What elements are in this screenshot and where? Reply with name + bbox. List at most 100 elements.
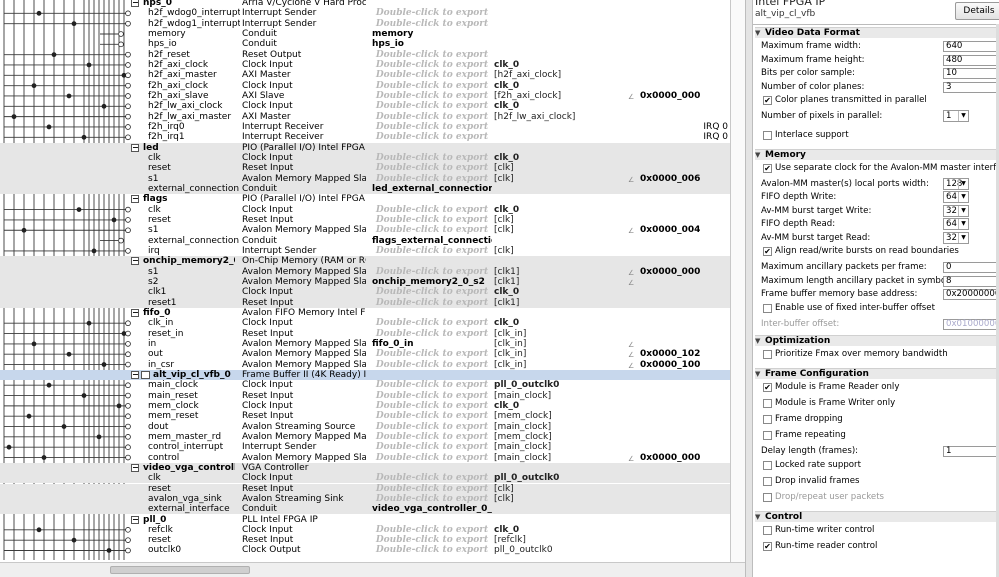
- clock-value[interactable]: [clk]: [494, 246, 624, 256]
- clock-value[interactable]: [h2f_lw_axi_clock]: [494, 112, 624, 122]
- collapse-arrow-icon[interactable]: ▼: [755, 369, 765, 380]
- export-name[interactable]: flags_external_connection: [372, 236, 492, 246]
- export-hint[interactable]: Double-click to export: [372, 246, 492, 256]
- export-hint[interactable]: Double-click to export: [372, 50, 492, 60]
- table-row[interactable]: s1 Avalon Memory Mapped Slave Double-click…: [0, 266, 745, 277]
- parameter-field[interactable]: 3: [943, 81, 999, 93]
- table-row[interactable]: control Avalon Memory Mapped Slave Double-…: [0, 453, 745, 463]
- base-address[interactable]: 0x0000_0060: [640, 174, 700, 184]
- parameter-field[interactable]: 8: [943, 275, 999, 287]
- export-hint[interactable]: Double-click to export: [372, 174, 492, 184]
- table-row[interactable]: control_interrupt Interrupt Sender Double-…: [0, 442, 745, 452]
- export-hint[interactable]: Double-click to export: [372, 205, 492, 215]
- collapse-arrow-icon[interactable]: ▼: [755, 150, 765, 161]
- table-row[interactable]: clk_in Clock Input Double-click to export c…: [0, 318, 745, 328]
- module-row[interactable]: −video_vga_controll... VGA Controller: [0, 462, 745, 474]
- checkbox[interactable]: [763, 399, 772, 408]
- table-row[interactable]: h2f_wdog1_interrupt Interrupt Sender Doubl…: [0, 19, 745, 29]
- checkbox-checked[interactable]: ✔: [763, 96, 772, 105]
- export-hint[interactable]: Double-click to export: [372, 215, 492, 225]
- table-row[interactable]: reset Reset Input Double-click to export [r…: [0, 535, 745, 545]
- horizontal-scroll-thumb[interactable]: [110, 566, 250, 574]
- table-row[interactable]: main_reset Reset Input Double-click to exp…: [0, 391, 745, 401]
- table-row[interactable]: clk Clock Input Double-click to export clk_…: [0, 205, 745, 215]
- parameter-dropdown[interactable]: 128 ▼: [943, 177, 969, 190]
- checkbox-checked[interactable]: ✔: [763, 383, 772, 392]
- table-row[interactable]: hps_io Conduit hps_io: [0, 39, 745, 49]
- checkbox[interactable]: [763, 130, 772, 140]
- table-vertical-scrollbar[interactable]: [730, 0, 745, 562]
- export-hint[interactable]: Double-click to export: [372, 132, 492, 142]
- export-hint[interactable]: Double-click to export: [372, 318, 492, 328]
- clock-value[interactable]: [clk]: [494, 174, 624, 184]
- table-row[interactable]: f2h_axi_slave AXI Slave Double-click to ex…: [0, 91, 745, 101]
- table-row[interactable]: clk Clock Input Double-click to export pll_…: [0, 473, 745, 484]
- clock-value[interactable]: [clk1]: [494, 267, 624, 277]
- export-hint[interactable]: Double-click to export: [372, 535, 492, 545]
- parameter-field[interactable]: 640: [943, 41, 999, 52]
- parameter-field[interactable]: 1: [943, 446, 999, 457]
- clock-value[interactable]: [clk_in]: [494, 349, 624, 359]
- collapse-arrow-icon[interactable]: ▼: [755, 336, 765, 347]
- clock-value[interactable]: clk_0: [494, 287, 624, 297]
- section-header[interactable]: ▼ Control: [755, 510, 999, 522]
- table-row[interactable]: reset_in Reset Input Double-click to expor…: [0, 329, 745, 339]
- export-hint[interactable]: Double-click to export: [372, 545, 492, 555]
- parameter-dropdown[interactable]: 64 ▼: [943, 191, 969, 203]
- clock-value[interactable]: clk_0: [494, 401, 624, 411]
- chevron-down-icon[interactable]: ▼: [958, 219, 968, 229]
- parameter-dropdown[interactable]: 32 ▼: [943, 204, 969, 217]
- section-header[interactable]: ▼ Memory: [755, 148, 999, 161]
- parameter-field[interactable]: 0x20000000: [943, 289, 999, 300]
- table-row[interactable]: external_connection Conduit led_external_c…: [0, 183, 745, 195]
- clock-value[interactable]: [clk_in]: [494, 360, 624, 370]
- table-row[interactable]: avalon_vga_sink Avalon Streaming Sink Doub…: [0, 493, 745, 505]
- collapse-toggle-icon[interactable]: −: [131, 0, 139, 7]
- base-address[interactable]: 0x0000_0040: [640, 225, 700, 235]
- export-hint[interactable]: Double-click to export: [372, 494, 492, 504]
- collapse-toggle-icon[interactable]: −: [131, 463, 139, 472]
- table-row[interactable]: mem_clock Clock Input Double-click to expo…: [0, 401, 745, 411]
- clock-value[interactable]: [mem_clock]: [494, 411, 624, 421]
- table-horizontal-scrollbar[interactable]: [0, 562, 745, 577]
- clock-value[interactable]: [mem_clock]: [494, 432, 624, 442]
- table-row[interactable]: h2f_reset Reset Output Double-click to exp…: [0, 50, 745, 60]
- checkbox-checked[interactable]: ✔: [763, 163, 772, 173]
- clock-value[interactable]: [clk]: [494, 215, 624, 225]
- table-row[interactable]: in_csr Avalon Memory Mapped Slave Double-c…: [0, 360, 745, 370]
- checkbox[interactable]: [763, 303, 772, 313]
- module-row[interactable]: − alt_vip_cl_vfb_0 Frame Buffer II (4K Rea…: [0, 369, 745, 381]
- export-hint[interactable]: Double-click to export: [372, 19, 492, 29]
- export-hint[interactable]: Double-click to export: [372, 163, 492, 173]
- table-row[interactable]: f2h_irq0 Interrupt Receiver Double-click t…: [0, 122, 745, 132]
- table-row[interactable]: memory Conduit memory: [0, 29, 745, 39]
- clock-value[interactable]: pll_0_outclk0: [494, 545, 624, 555]
- table-row[interactable]: reset1 Reset Input Double-click to export[…: [0, 297, 745, 308]
- chevron-down-icon[interactable]: ▼: [958, 205, 968, 216]
- export-hint[interactable]: Double-click to export: [372, 298, 492, 308]
- export-name[interactable]: hps_io: [372, 39, 492, 49]
- module-row[interactable]: − onchip_memory2_0 On-Chip Memory (RAM or …: [0, 256, 745, 267]
- table-row[interactable]: reset Reset Input Double-click to export [c…: [0, 483, 745, 494]
- chevron-down-icon[interactable]: ▼: [958, 178, 968, 189]
- clock-value[interactable]: clk_0: [494, 153, 624, 163]
- export-hint[interactable]: Double-click to export: [372, 453, 492, 463]
- table-row[interactable]: h2f_axi_clock Clock Input Double-click to …: [0, 60, 745, 70]
- export-name[interactable]: fifo_0_in: [372, 339, 492, 349]
- export-hint[interactable]: Double-click to export: [372, 101, 492, 111]
- section-header[interactable]: ▼ Optimization: [755, 335, 999, 346]
- table-row[interactable]: f2h_irq1 Interrupt Receiver Double-click t…: [0, 132, 745, 142]
- base-address[interactable]: 0x0000_0000: [640, 453, 700, 463]
- checkbox[interactable]: [763, 415, 772, 424]
- parameter-dropdown[interactable]: 64 ▼: [943, 218, 969, 230]
- section-header[interactable]: ▼ Frame Configuration: [755, 368, 999, 379]
- base-address[interactable]: 0x0000_1000: [640, 360, 700, 370]
- export-hint[interactable]: Double-click to export: [372, 525, 492, 535]
- export-hint[interactable]: Double-click to export: [372, 349, 492, 359]
- clock-value[interactable]: [clk1]: [494, 277, 624, 287]
- export-hint[interactable]: Double-click to export: [372, 112, 492, 122]
- export-hint[interactable]: Double-click to export: [372, 225, 492, 235]
- clock-value[interactable]: clk_0: [494, 205, 624, 215]
- export-hint[interactable]: Double-click to export: [372, 60, 492, 70]
- export-hint[interactable]: Double-click to export: [372, 380, 492, 390]
